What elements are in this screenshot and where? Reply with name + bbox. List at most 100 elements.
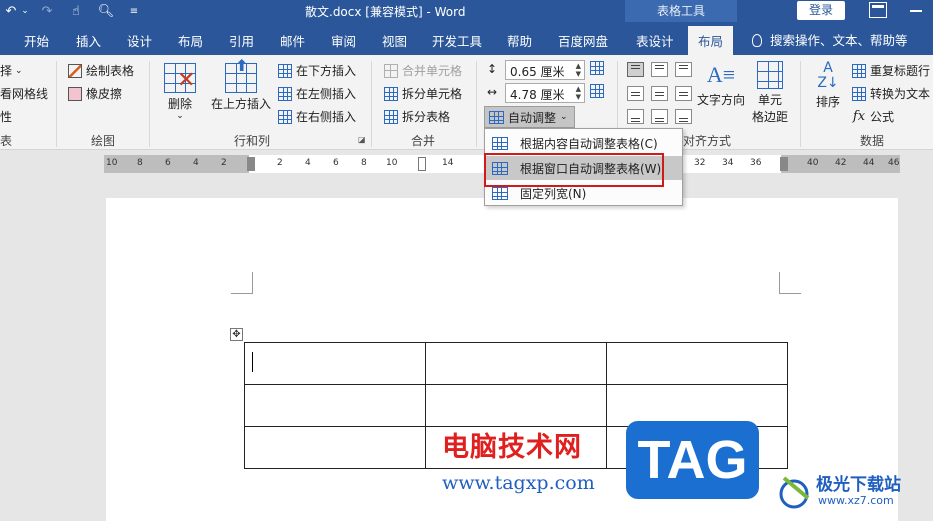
login-button[interactable]: 登录 bbox=[797, 1, 845, 20]
ruler-tick: 8 bbox=[361, 158, 367, 168]
text-direction-button[interactable]: A≡ 文字方向 bbox=[696, 59, 746, 108]
tab-review[interactable]: 审阅 bbox=[331, 31, 356, 50]
draw-table-button[interactable]: 绘制表格 bbox=[68, 62, 134, 79]
select-button[interactable]: 择 ⌄ bbox=[0, 62, 23, 79]
properties-button[interactable]: 性 bbox=[0, 108, 12, 125]
ruler-tick: 14 bbox=[442, 158, 454, 168]
convert-to-text-button[interactable]: 转换为文本 bbox=[852, 85, 930, 102]
customize-qat-icon[interactable]: ≡ bbox=[128, 2, 140, 20]
cell-margins-button[interactable]: 单元 格边距 bbox=[750, 61, 790, 125]
tab-references[interactable]: 引用 bbox=[229, 31, 254, 50]
tab-developer[interactable]: 开发工具 bbox=[432, 31, 482, 50]
sort-button[interactable]: A Z↓ 排序 bbox=[810, 61, 846, 110]
align-bottom-left-button[interactable] bbox=[627, 109, 644, 124]
distribute-rows-button[interactable] bbox=[590, 61, 608, 75]
spinner-arrows-icon[interactable]: ▲ ▼ bbox=[576, 85, 581, 101]
align-center-left-button[interactable] bbox=[627, 86, 644, 101]
split-table-icon bbox=[384, 109, 398, 124]
cell-margins-icon bbox=[757, 61, 783, 89]
autofit-contents-icon bbox=[492, 136, 508, 150]
align-top-center-button[interactable] bbox=[651, 62, 668, 77]
table-cell[interactable] bbox=[244, 342, 426, 385]
align-center-button[interactable] bbox=[651, 86, 668, 101]
align-bottom-center-button[interactable] bbox=[651, 109, 668, 124]
view-gridlines-button[interactable]: 看网格线 bbox=[0, 85, 48, 102]
lightbulb-icon bbox=[752, 34, 762, 47]
distribute-rows-icon bbox=[590, 61, 604, 75]
group-label-rows-columns: 行和列 bbox=[234, 134, 271, 148]
watermark-site-logo-icon bbox=[779, 476, 810, 509]
spinner-arrows-icon[interactable]: ▲ ▼ bbox=[576, 62, 581, 78]
autofit-contents-menu-item[interactable]: 根据内容自动调整表格(C) bbox=[486, 131, 682, 155]
group-separator bbox=[800, 61, 801, 147]
tell-me-search[interactable]: 搜索操作、文本、帮助等 bbox=[752, 30, 908, 49]
ruler-tick: 40 bbox=[807, 158, 819, 168]
merge-cells-button[interactable]: 合并单元格 bbox=[384, 62, 462, 79]
ruler-column-marker[interactable] bbox=[780, 157, 788, 171]
tab-table-design[interactable]: 表设计 bbox=[636, 31, 674, 50]
align-center-right-button[interactable] bbox=[675, 86, 692, 101]
distribute-columns-button[interactable] bbox=[590, 84, 608, 98]
undo-dropdown-icon[interactable]: ⌄ bbox=[20, 2, 30, 20]
insert-right-button[interactable]: 在右侧插入 bbox=[278, 108, 356, 125]
ribbon-display-options-icon[interactable] bbox=[869, 2, 887, 18]
tab-mailings[interactable]: 邮件 bbox=[280, 31, 305, 50]
insert-above-button[interactable]: ⬆ 在上方插入 bbox=[209, 58, 273, 112]
row-height-input[interactable]: 0.65 厘米 ▲ ▼ bbox=[505, 60, 585, 80]
ruler-tick: 2 bbox=[221, 158, 227, 168]
chevron-down-icon: ⌄ bbox=[560, 112, 568, 122]
column-width-input[interactable]: 4.78 厘米 ▲ ▼ bbox=[505, 83, 585, 103]
split-table-button[interactable]: 拆分表格 bbox=[384, 108, 450, 125]
ruler-tick: 44 bbox=[863, 158, 875, 168]
red-highlight-box bbox=[484, 153, 664, 187]
table-cell[interactable] bbox=[244, 426, 426, 469]
insert-below-button[interactable]: 在下方插入 bbox=[278, 62, 356, 79]
ruler-tick: 2 bbox=[277, 158, 283, 168]
ruler-tick: 6 bbox=[165, 158, 171, 168]
watermark-site-name: 极光下载站 bbox=[816, 475, 901, 495]
dialog-launcher-icon[interactable]: ◪ bbox=[358, 135, 366, 144]
ruler-column-marker[interactable] bbox=[418, 157, 426, 171]
ruler-tick: 4 bbox=[305, 158, 311, 168]
repeat-header-rows-button[interactable]: 重复标题行 bbox=[852, 62, 930, 79]
redo-icon[interactable]: ↷ bbox=[40, 2, 54, 20]
table-cell[interactable] bbox=[425, 384, 607, 427]
align-bottom-right-button[interactable] bbox=[675, 109, 692, 124]
undo-icon[interactable]: ↶ bbox=[4, 2, 18, 20]
delete-table-icon: ✕ bbox=[164, 63, 196, 93]
watermark-url: www.tagxp.com bbox=[442, 472, 595, 494]
chevron-down-icon: ⌄ bbox=[176, 111, 184, 121]
tab-home[interactable]: 开始 bbox=[24, 31, 49, 50]
group-separator bbox=[149, 61, 150, 147]
touch-mode-icon[interactable]: ☝ bbox=[68, 2, 84, 20]
eraser-button[interactable]: 橡皮擦 bbox=[68, 85, 122, 102]
align-top-right-button[interactable] bbox=[675, 62, 692, 77]
table-cell[interactable] bbox=[244, 384, 426, 427]
insert-left-button[interactable]: 在左侧插入 bbox=[278, 85, 356, 102]
table-cell[interactable] bbox=[425, 342, 607, 385]
split-cells-button[interactable]: 拆分单元格 bbox=[384, 85, 462, 102]
insert-right-icon bbox=[278, 109, 292, 124]
table-move-handle-icon[interactable]: ✥ bbox=[230, 328, 243, 341]
formula-button[interactable]: fx 公式 bbox=[852, 108, 894, 125]
insert-left-icon bbox=[278, 86, 292, 101]
tab-table-layout[interactable]: 布局 bbox=[688, 26, 734, 55]
tab-layout[interactable]: 布局 bbox=[178, 31, 203, 50]
print-preview-icon[interactable]: 🔍︎ bbox=[98, 2, 115, 20]
align-top-left-button[interactable] bbox=[627, 62, 644, 77]
minimize-icon[interactable] bbox=[910, 10, 922, 12]
tab-baidu-netdisk[interactable]: 百度网盘 bbox=[558, 31, 608, 50]
delete-button[interactable]: ✕ 删除 ⌄ bbox=[160, 63, 200, 121]
insert-below-icon bbox=[278, 63, 292, 78]
ruler-tick: 36 bbox=[750, 158, 762, 168]
ruler-indent-marker[interactable] bbox=[247, 157, 255, 171]
watermark-tag-logo: TAG bbox=[626, 421, 759, 499]
tab-help[interactable]: 帮助 bbox=[507, 31, 532, 50]
ruler-tick: 10 bbox=[386, 158, 398, 168]
tab-insert[interactable]: 插入 bbox=[76, 31, 101, 50]
ribbon: 择 ⌄ 看网格线 性 表 绘制表格 橡皮擦 绘图 ✕ 删除 ⌄ ⬆ 在上方插入 在… bbox=[0, 55, 933, 150]
autofit-button[interactable]: 自动调整 ⌄ bbox=[484, 106, 575, 128]
tab-design[interactable]: 设计 bbox=[127, 31, 152, 50]
tab-view[interactable]: 视图 bbox=[382, 31, 407, 50]
table-cell[interactable] bbox=[606, 342, 788, 385]
